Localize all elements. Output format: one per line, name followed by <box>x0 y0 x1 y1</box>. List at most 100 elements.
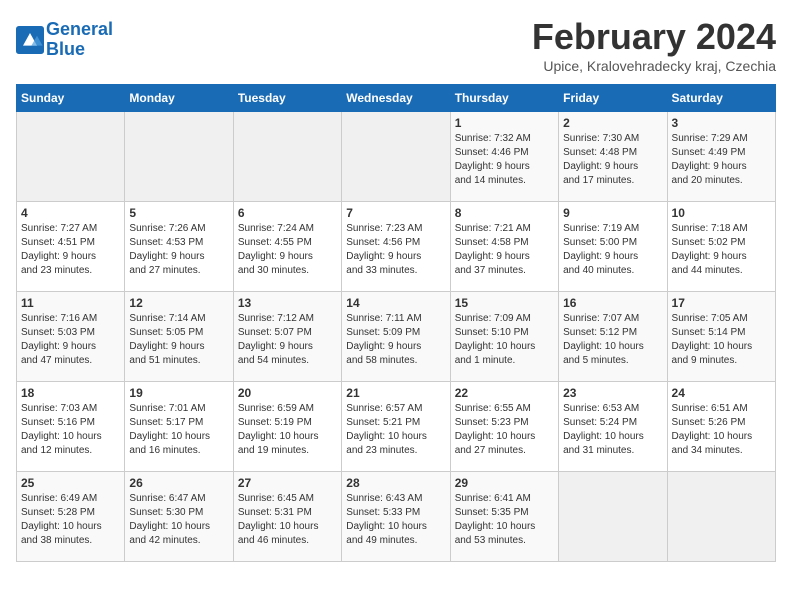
calendar-cell: 18 Sunrise: 7:03 AM Sunset: 5:16 PM Dayli… <box>17 382 125 472</box>
location-subtitle: Upice, Kralovehradecky kraj, Czechia <box>532 58 776 74</box>
calendar-cell <box>559 472 667 562</box>
day-info: Sunrise: 7:01 AM Sunset: 5:17 PM Dayligh… <box>129 402 228 458</box>
day-info: Sunrise: 7:19 AM Sunset: 5:00 PM Dayligh… <box>563 222 662 278</box>
calendar-cell: 25Sunrise: 6:49 AM Sunset: 5:28 PM Dayli… <box>17 472 125 562</box>
calendar-cell: 11 Sunrise: 7:16 AM Sunset: 5:03 PM Dayli… <box>17 292 125 382</box>
calendar-cell: 4 Sunrise: 7:27 AM Sunset: 4:51 PM Daylig… <box>17 202 125 292</box>
day-info: Sunrise: 7:18 AM Sunset: 5:02 PM Dayligh… <box>672 222 771 278</box>
page-header: General Blue February 2024 Upice, Kralov… <box>16 16 776 74</box>
calendar-table: SundayMondayTuesdayWednesdayThursdayFrid… <box>16 84 776 562</box>
day-info: Sunrise: 6:49 AM Sunset: 5:28 PM Dayligh… <box>21 492 120 548</box>
calendar-cell: 29 Sunrise: 6:41 AM Sunset: 5:35 PM Dayli… <box>450 472 558 562</box>
day-number: 9 <box>563 206 662 220</box>
calendar-cell: 23Sunrise: 6:53 AM Sunset: 5:24 PM Dayli… <box>559 382 667 472</box>
day-number: 3 <box>672 116 771 130</box>
day-number: 20 <box>238 386 337 400</box>
calendar-cell: 24 Sunrise: 6:51 AM Sunset: 5:26 PM Dayli… <box>667 382 775 472</box>
day-info: Sunrise: 7:09 AM Sunset: 5:10 PM Dayligh… <box>455 312 554 368</box>
calendar-cell: 7Sunrise: 7:23 AM Sunset: 4:56 PM Daylig… <box>342 202 450 292</box>
day-number: 29 <box>455 476 554 490</box>
calendar-week-row: 18 Sunrise: 7:03 AM Sunset: 5:16 PM Dayli… <box>17 382 776 472</box>
logo: General Blue <box>16 20 113 60</box>
day-number: 1 <box>455 116 554 130</box>
weekday-header: Thursday <box>450 85 558 112</box>
calendar-cell: 17 Sunrise: 7:05 AM Sunset: 5:14 PM Dayli… <box>667 292 775 382</box>
calendar-week-row: 25Sunrise: 6:49 AM Sunset: 5:28 PM Dayli… <box>17 472 776 562</box>
day-info: Sunrise: 6:57 AM Sunset: 5:21 PM Dayligh… <box>346 402 445 458</box>
day-info: Sunrise: 6:51 AM Sunset: 5:26 PM Dayligh… <box>672 402 771 458</box>
day-number: 26 <box>129 476 228 490</box>
calendar-cell: 28 Sunrise: 6:43 AM Sunset: 5:33 PM Dayli… <box>342 472 450 562</box>
day-info: Sunrise: 7:05 AM Sunset: 5:14 PM Dayligh… <box>672 312 771 368</box>
weekday-header: Wednesday <box>342 85 450 112</box>
calendar-cell: 8 Sunrise: 7:21 AM Sunset: 4:58 PM Daylig… <box>450 202 558 292</box>
calendar-cell: 19 Sunrise: 7:01 AM Sunset: 5:17 PM Dayli… <box>125 382 233 472</box>
calendar-cell: 12Sunrise: 7:14 AM Sunset: 5:05 PM Dayli… <box>125 292 233 382</box>
day-number: 13 <box>238 296 337 310</box>
day-number: 28 <box>346 476 445 490</box>
day-info: Sunrise: 7:29 AM Sunset: 4:49 PM Dayligh… <box>672 132 771 188</box>
day-info: Sunrise: 7:11 AM Sunset: 5:09 PM Dayligh… <box>346 312 445 368</box>
calendar-cell <box>125 112 233 202</box>
month-title: February 2024 <box>532 16 776 58</box>
calendar-cell: 20 Sunrise: 6:59 AM Sunset: 5:19 PM Dayli… <box>233 382 341 472</box>
day-number: 24 <box>672 386 771 400</box>
day-info: Sunrise: 7:32 AM Sunset: 4:46 PM Dayligh… <box>455 132 554 188</box>
title-area: February 2024 Upice, Kralovehradecky kra… <box>532 16 776 74</box>
calendar-cell: 5 Sunrise: 7:26 AM Sunset: 4:53 PM Daylig… <box>125 202 233 292</box>
weekday-header: Sunday <box>17 85 125 112</box>
day-number: 18 <box>21 386 120 400</box>
day-number: 15 <box>455 296 554 310</box>
day-info: Sunrise: 6:43 AM Sunset: 5:33 PM Dayligh… <box>346 492 445 548</box>
day-info: Sunrise: 6:41 AM Sunset: 5:35 PM Dayligh… <box>455 492 554 548</box>
calendar-cell: 6Sunrise: 7:24 AM Sunset: 4:55 PM Daylig… <box>233 202 341 292</box>
calendar-cell: 2Sunrise: 7:30 AM Sunset: 4:48 PM Daylig… <box>559 112 667 202</box>
logo-icon <box>16 26 44 54</box>
day-number: 8 <box>455 206 554 220</box>
calendar-week-row: 11 Sunrise: 7:16 AM Sunset: 5:03 PM Dayli… <box>17 292 776 382</box>
calendar-cell <box>342 112 450 202</box>
calendar-cell: 14 Sunrise: 7:11 AM Sunset: 5:09 PM Dayli… <box>342 292 450 382</box>
weekday-header: Tuesday <box>233 85 341 112</box>
day-info: Sunrise: 7:03 AM Sunset: 5:16 PM Dayligh… <box>21 402 120 458</box>
day-info: Sunrise: 6:55 AM Sunset: 5:23 PM Dayligh… <box>455 402 554 458</box>
day-number: 16 <box>563 296 662 310</box>
day-number: 12 <box>129 296 228 310</box>
day-info: Sunrise: 6:59 AM Sunset: 5:19 PM Dayligh… <box>238 402 337 458</box>
weekday-header: Saturday <box>667 85 775 112</box>
calendar-cell: 3 Sunrise: 7:29 AM Sunset: 4:49 PM Daylig… <box>667 112 775 202</box>
calendar-cell: 15 Sunrise: 7:09 AM Sunset: 5:10 PM Dayli… <box>450 292 558 382</box>
day-number: 21 <box>346 386 445 400</box>
calendar-cell: 16 Sunrise: 7:07 AM Sunset: 5:12 PM Dayli… <box>559 292 667 382</box>
day-number: 11 <box>21 296 120 310</box>
day-number: 27 <box>238 476 337 490</box>
day-info: Sunrise: 7:21 AM Sunset: 4:58 PM Dayligh… <box>455 222 554 278</box>
day-number: 19 <box>129 386 228 400</box>
weekday-header: Friday <box>559 85 667 112</box>
day-number: 10 <box>672 206 771 220</box>
calendar-week-row: 1 Sunrise: 7:32 AM Sunset: 4:46 PM Daylig… <box>17 112 776 202</box>
day-info: Sunrise: 7:24 AM Sunset: 4:55 PM Dayligh… <box>238 222 337 278</box>
calendar-cell: 1 Sunrise: 7:32 AM Sunset: 4:46 PM Daylig… <box>450 112 558 202</box>
calendar-cell: 22Sunrise: 6:55 AM Sunset: 5:23 PM Dayli… <box>450 382 558 472</box>
day-info: Sunrise: 7:07 AM Sunset: 5:12 PM Dayligh… <box>563 312 662 368</box>
day-info: Sunrise: 7:26 AM Sunset: 4:53 PM Dayligh… <box>129 222 228 278</box>
day-number: 23 <box>563 386 662 400</box>
calendar-cell <box>17 112 125 202</box>
day-number: 14 <box>346 296 445 310</box>
day-number: 17 <box>672 296 771 310</box>
day-info: Sunrise: 6:45 AM Sunset: 5:31 PM Dayligh… <box>238 492 337 548</box>
calendar-cell <box>233 112 341 202</box>
calendar-cell: 27 Sunrise: 6:45 AM Sunset: 5:31 PM Dayli… <box>233 472 341 562</box>
day-number: 2 <box>563 116 662 130</box>
calendar-cell <box>667 472 775 562</box>
day-number: 5 <box>129 206 228 220</box>
weekday-header: Monday <box>125 85 233 112</box>
logo-line2: Blue <box>46 39 85 59</box>
day-number: 4 <box>21 206 120 220</box>
day-info: Sunrise: 7:16 AM Sunset: 5:03 PM Dayligh… <box>21 312 120 368</box>
logo-line1: General <box>46 19 113 39</box>
day-info: Sunrise: 7:27 AM Sunset: 4:51 PM Dayligh… <box>21 222 120 278</box>
calendar-header-row: SundayMondayTuesdayWednesdayThursdayFrid… <box>17 85 776 112</box>
calendar-week-row: 4 Sunrise: 7:27 AM Sunset: 4:51 PM Daylig… <box>17 202 776 292</box>
